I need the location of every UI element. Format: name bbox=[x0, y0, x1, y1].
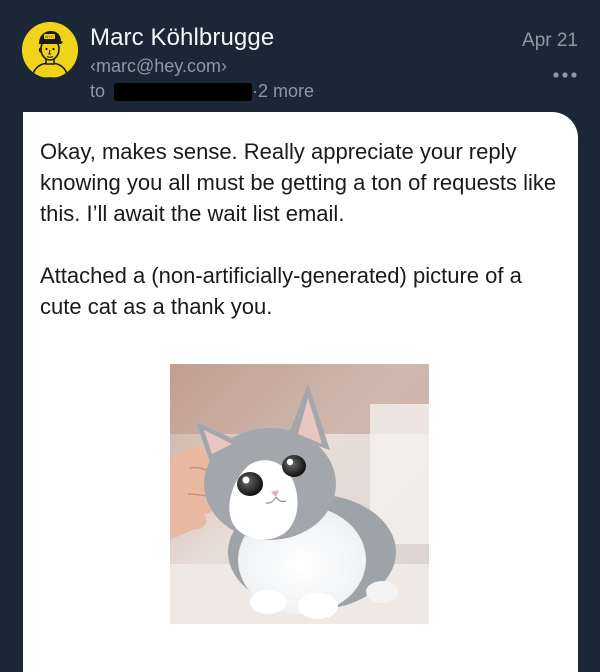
email-date: Apr 21 bbox=[522, 30, 578, 51]
email-header: NYC Marc Köhlbrugge ‹marc@hey.com› to · … bbox=[0, 0, 600, 112]
kitten-photo bbox=[170, 364, 429, 624]
recipient-redacted bbox=[114, 83, 252, 101]
sender-avatar[interactable]: NYC bbox=[22, 22, 78, 78]
message-paragraph: Okay, makes sense. Really appreciate you… bbox=[40, 139, 557, 226]
ellipsis-icon bbox=[553, 72, 577, 78]
message-card: Okay, makes sense. Really appreciate you… bbox=[23, 112, 578, 672]
more-options-button[interactable] bbox=[550, 68, 580, 82]
attachment-image[interactable] bbox=[170, 364, 429, 624]
sender-email[interactable]: ‹marc@hey.com› bbox=[90, 56, 227, 77]
to-label: to bbox=[90, 81, 106, 101]
more-recipients-link[interactable]: 2 more bbox=[258, 81, 314, 102]
svg-text:NYC: NYC bbox=[45, 34, 54, 39]
message-paragraph: Attached a (non-artificially-generated) … bbox=[40, 263, 522, 319]
message-body: Okay, makes sense. Really appreciate you… bbox=[40, 136, 568, 353]
sender-name[interactable]: Marc Köhlbrugge bbox=[90, 24, 274, 52]
avatar-cartoon-portrait-icon: NYC bbox=[22, 22, 78, 78]
